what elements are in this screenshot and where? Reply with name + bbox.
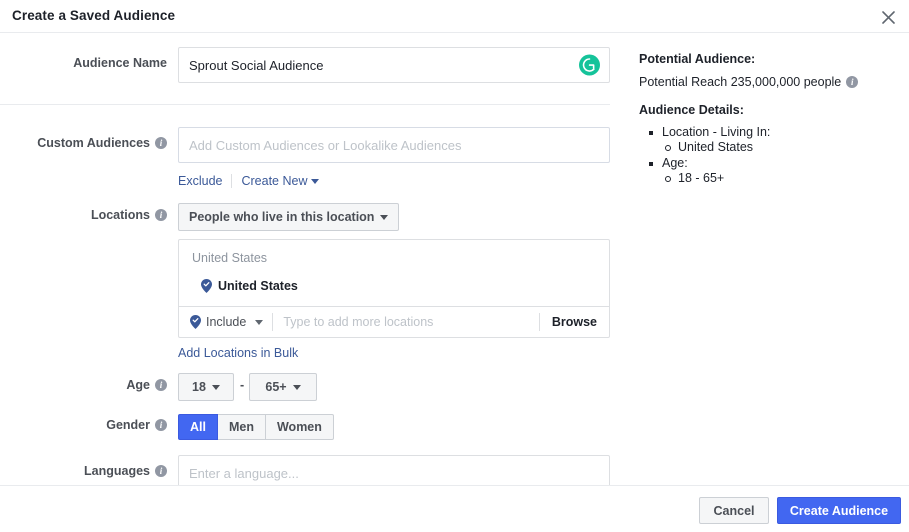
map-pin-icon — [190, 315, 201, 329]
row-age: Age i 18 - 65+ — [0, 373, 630, 401]
audience-details-list: Location - Living In: United States Age:… — [647, 123, 909, 185]
row-gender: Gender i All Men Women — [0, 414, 630, 440]
gender-segmented-control: All Men Women — [178, 414, 334, 440]
dialog-footer: Cancel Create Audience — [0, 485, 909, 532]
detail-location-values: United States — [662, 140, 909, 154]
section-divider-1 — [0, 104, 610, 105]
add-locations-in-bulk-link[interactable]: Add Locations in Bulk — [178, 346, 298, 360]
languages-label-wrap: Languages i — [0, 464, 167, 478]
chevron-down-icon — [311, 179, 319, 184]
age-max-dropdown[interactable]: 65+ — [249, 373, 317, 401]
browse-locations-button[interactable]: Browse — [540, 307, 609, 337]
detail-age-value: 18 - 65+ — [662, 171, 909, 185]
include-exclude-dropdown[interactable]: Include — [179, 307, 272, 337]
potential-reach-row: Potential Reach 235,000,000 people i — [639, 75, 858, 89]
potential-reach-text: Potential Reach 235,000,000 people — [639, 75, 841, 89]
age-range-separator: - — [240, 378, 244, 392]
locations-box: United States United States — [178, 239, 610, 338]
dialog-title: Create a Saved Audience — [12, 8, 175, 23]
audience-details-heading: Audience Details: — [639, 103, 744, 117]
row-locations-scope: Locations i People who live in this loca… — [0, 203, 630, 231]
create-new-link[interactable]: Create New — [241, 174, 319, 188]
chevron-down-icon — [380, 215, 388, 220]
custom-audiences-label: Custom Audiences — [37, 136, 150, 150]
create-saved-audience-dialog: Create a Saved Audience Audience Name Sp… — [0, 0, 909, 532]
exclude-link[interactable]: Exclude — [178, 174, 222, 188]
info-icon[interactable]: i — [155, 419, 167, 431]
custom-audiences-label-wrap: Custom Audiences i — [0, 136, 167, 150]
gender-option-men[interactable]: Men — [218, 414, 266, 440]
audience-name-input[interactable]: Sprout Social Audience — [178, 47, 610, 83]
gender-label-wrap: Gender i — [0, 418, 167, 432]
link-separator — [231, 174, 232, 188]
row-audience-name: Audience Name Sprout Social Audience — [0, 47, 630, 83]
gender-option-all[interactable]: All — [178, 414, 218, 440]
gender-label: Gender — [106, 418, 150, 432]
dialog-body: Audience Name Sprout Social Audience — [0, 33, 909, 485]
row-custom-audience-links: Exclude Create New — [0, 174, 630, 192]
locations-input-row: Include Type to add more locations Brows… — [179, 306, 609, 337]
info-icon[interactable]: i — [155, 209, 167, 221]
row-custom-audiences: Custom Audiences i Add Custom Audiences … — [0, 127, 630, 163]
detail-age-values: 18 - 65+ — [662, 171, 909, 185]
create-audience-button[interactable]: Create Audience — [777, 497, 901, 524]
locations-label: Locations — [91, 208, 150, 222]
close-icon[interactable] — [875, 4, 901, 30]
detail-item-location: Location - Living In: United States — [647, 125, 909, 154]
locations-group-heading: United States — [192, 251, 267, 265]
audience-form: Audience Name Sprout Social Audience — [0, 33, 630, 485]
age-min-value: 18 — [192, 380, 206, 394]
selected-location-label: United States — [218, 279, 298, 293]
custom-audiences-placeholder: Add Custom Audiences or Lookalike Audien… — [189, 138, 461, 153]
audience-name-label: Audience Name — [73, 56, 167, 70]
dialog-header: Create a Saved Audience — [0, 0, 909, 33]
age-label: Age — [126, 378, 150, 392]
location-scope-dropdown[interactable]: People who live in this location — [178, 203, 399, 231]
detail-location-value: United States — [662, 140, 909, 154]
create-new-label: Create New — [241, 174, 307, 188]
cancel-button[interactable]: Cancel — [699, 497, 769, 524]
map-pin-icon — [201, 279, 212, 293]
potential-audience-heading: Potential Audience: — [639, 52, 755, 66]
selected-location-item: United States — [201, 279, 298, 293]
locations-label-wrap: Locations i — [0, 208, 167, 222]
info-icon[interactable]: i — [155, 379, 167, 391]
row-bulk-link: Add Locations in Bulk — [0, 346, 630, 364]
location-search-input[interactable]: Type to add more locations — [273, 315, 539, 329]
info-icon[interactable]: i — [155, 465, 167, 477]
chevron-down-icon — [255, 320, 263, 325]
chevron-down-icon — [212, 385, 220, 390]
info-icon[interactable]: i — [846, 76, 858, 88]
age-label-wrap: Age i — [0, 378, 167, 392]
audience-name-value: Sprout Social Audience — [189, 58, 323, 73]
info-icon[interactable]: i — [155, 137, 167, 149]
include-label: Include — [206, 315, 246, 329]
detail-item-age: Age: 18 - 65+ — [647, 156, 909, 185]
audience-name-label-wrap: Audience Name — [0, 56, 167, 70]
age-max-value: 65+ — [265, 380, 286, 394]
detail-location-label: Location - Living In: — [662, 125, 770, 139]
grammarly-icon[interactable] — [579, 55, 600, 76]
languages-placeholder: Enter a language... — [189, 466, 299, 481]
chevron-down-icon — [293, 385, 301, 390]
age-min-dropdown[interactable]: 18 — [178, 373, 234, 401]
custom-audiences-input[interactable]: Add Custom Audiences or Lookalike Audien… — [178, 127, 610, 163]
gender-option-women[interactable]: Women — [266, 414, 334, 440]
languages-label: Languages — [84, 464, 150, 478]
location-scope-label: People who live in this location — [189, 210, 374, 224]
detail-age-label: Age: — [662, 156, 688, 170]
